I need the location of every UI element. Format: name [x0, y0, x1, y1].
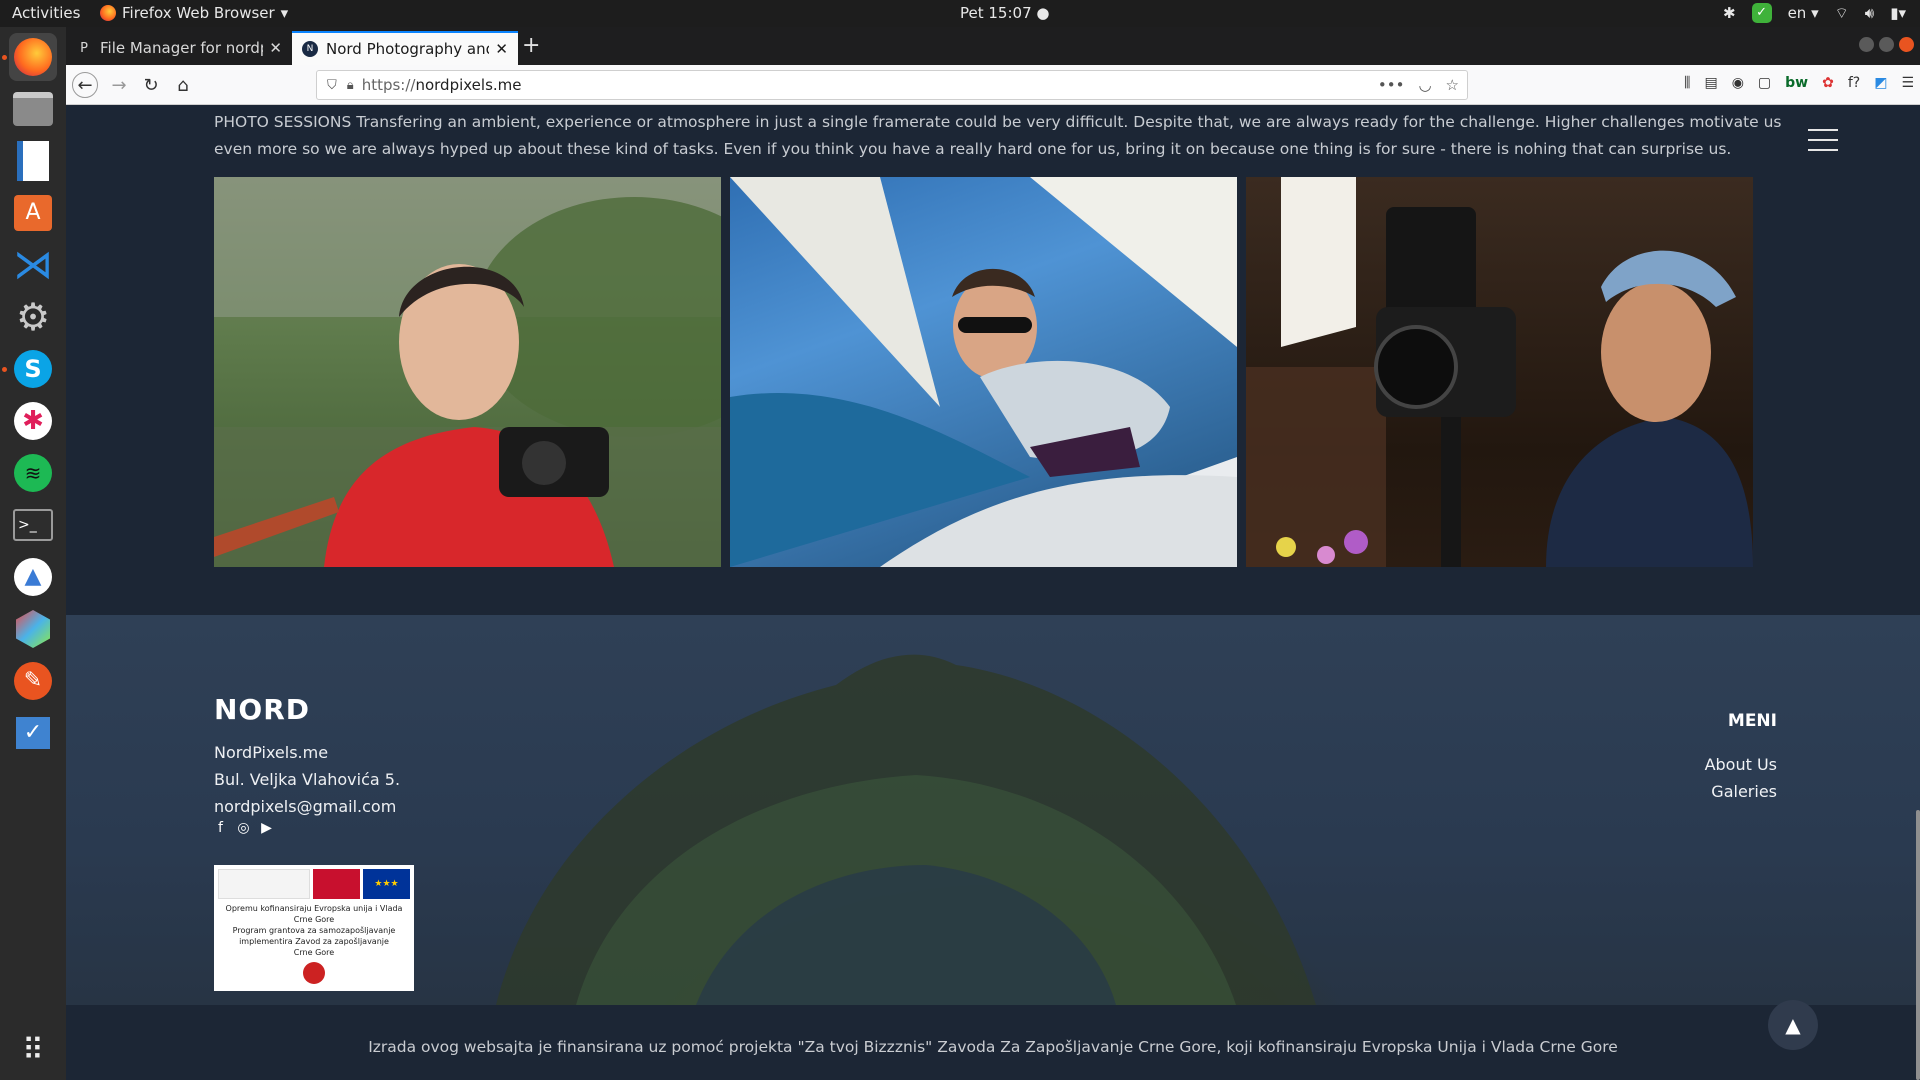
bookmark-star-icon[interactable]: ☆: [1446, 76, 1459, 94]
slack-tray-icon[interactable]: ✱: [1723, 4, 1736, 22]
vscode-dock-icon[interactable]: ⋊: [9, 241, 57, 289]
apps-grid-icon[interactable]: ⠿: [9, 1027, 57, 1075]
close-tab-icon[interactable]: ✕: [495, 40, 508, 58]
activities-button[interactable]: Activities: [12, 4, 80, 22]
contact-info: NordPixels.me Bul. Veljka Vlahovića 5. n…: [214, 739, 400, 820]
photo-sailing-selfie: [730, 177, 1237, 567]
bw-extension-icon[interactable]: bw: [1785, 75, 1808, 91]
facebook-icon[interactable]: f: [214, 820, 227, 836]
page-scrollbar[interactable]: [1916, 810, 1920, 1080]
lock-icon[interactable]: 🔒︎: [347, 78, 354, 93]
close-window-button[interactable]: [1899, 37, 1914, 52]
system-top-bar: Activities Firefox Web Browser ▾ Pet 15:…: [0, 0, 1920, 27]
check-icon[interactable]: ✓: [1751, 3, 1772, 23]
files-dock-icon[interactable]: [9, 85, 57, 133]
menu-icon[interactable]: ☰: [1901, 75, 1914, 91]
tab-title: Nord Photography and Video: [326, 40, 489, 58]
back-button[interactable]: ←: [72, 72, 98, 98]
url-text[interactable]: https://nordpixels.me: [362, 76, 522, 94]
montenegro-flag-icon: [313, 869, 360, 899]
photo-cameraman: [1246, 177, 1753, 567]
footer-bottom-bar: Izrada ovog websajta je finansirana uz p…: [66, 1005, 1920, 1080]
battery-icon[interactable]: ▮▾: [1890, 4, 1906, 22]
close-tab-icon[interactable]: ✕: [269, 39, 282, 57]
font-extension-icon[interactable]: f?: [1848, 75, 1860, 91]
email-link[interactable]: nordpixels@gmail.com: [214, 793, 400, 820]
program-logo: [218, 869, 310, 899]
tiny-planet-background: [496, 654, 1316, 1005]
instagram-icon[interactable]: ◎: [237, 820, 250, 836]
pocket-icon[interactable]: ◡: [1418, 76, 1431, 94]
spotify-dock-icon[interactable]: ≋: [9, 449, 57, 497]
nord-favicon: N: [302, 41, 318, 57]
todo-dock-icon[interactable]: ✓: [9, 709, 57, 757]
site-footer: NORD NordPixels.me Bul. Veljka Vlahovića…: [66, 615, 1920, 1005]
settings-dock-icon[interactable]: ⚙: [9, 293, 57, 341]
page-actions-icon[interactable]: •••: [1378, 76, 1405, 94]
photo-sessions-text: PHOTO SESSIONS Transfering an ambient, e…: [214, 113, 1782, 158]
system-tray[interactable]: ✱ ✓ en ▾ ⌔ 🔊︎ ▮▾: [1723, 3, 1906, 23]
reload-button[interactable]: ↻: [138, 72, 164, 98]
slack-dock-icon[interactable]: ✱: [9, 397, 57, 445]
arrow-up-icon: ▲: [1785, 1013, 1801, 1037]
site-name: NordPixels.me: [214, 743, 329, 762]
android-studio-dock-icon[interactable]: ▲: [9, 553, 57, 601]
app-menu[interactable]: Firefox Web Browser ▾: [100, 4, 288, 22]
home-button[interactable]: ⌂: [170, 72, 196, 98]
rose-emblem-icon: [303, 962, 325, 984]
tab-title: File Manager for nordpixels: [100, 39, 263, 57]
footer-menu-title: MENI: [1727, 711, 1777, 731]
bundle-dock-icon[interactable]: [9, 605, 57, 653]
software-center-dock-icon[interactable]: A: [9, 189, 57, 237]
tab-file-manager[interactable]: P File Manager for nordpixels ✕: [66, 31, 292, 65]
sidebar-icon[interactable]: ▤: [1704, 75, 1717, 91]
library-icon[interactable]: ⫼: [1684, 75, 1690, 91]
footer-menu: About Us Galeries: [1705, 751, 1777, 805]
eu-funding-badge: ★★★ Opremu kofinansiraju Evropska unija …: [214, 865, 414, 991]
clock[interactable]: Pet 15:07 ●: [960, 4, 1049, 22]
nord-logo[interactable]: NORD: [214, 693, 310, 726]
maximize-button[interactable]: [1879, 37, 1894, 52]
menu-link-galeries[interactable]: Galeries: [1705, 778, 1777, 805]
address: Bul. Veljka Vlahovića 5.: [214, 770, 401, 789]
language-indicator[interactable]: en ▾: [1788, 4, 1819, 22]
tab-nord-photography[interactable]: N Nord Photography and Video ✕: [292, 31, 518, 65]
draw-dock-icon[interactable]: ✎: [9, 657, 57, 705]
firefox-dock-icon[interactable]: [9, 33, 57, 81]
writer-dock-icon[interactable]: [9, 137, 57, 185]
forward-button[interactable]: →: [106, 72, 132, 98]
youtube-icon[interactable]: ▶: [260, 820, 273, 836]
new-tab-button[interactable]: +: [522, 33, 540, 58]
screenshot-icon[interactable]: ◩: [1874, 75, 1887, 91]
funding-notice: Izrada ovog websajta je finansirana uz p…: [368, 1038, 1618, 1056]
hamburger-menu-icon[interactable]: [1808, 129, 1838, 159]
file-manager-favicon: P: [80, 40, 88, 56]
toolbar-icons: ⫼ ▤ ◉ ▢ bw ✿ f? ◩ ☰: [1684, 75, 1914, 91]
photo-photographer-red-shirt: [214, 177, 721, 567]
menu-link-about-us[interactable]: About Us: [1705, 751, 1777, 778]
color-picker-icon[interactable]: ✿: [1822, 75, 1834, 91]
web-page: PHOTO SESSIONS Transfering an ambient, e…: [66, 105, 1920, 1080]
tab-bar: P File Manager for nordpixels ✕ N Nord P…: [66, 27, 1920, 65]
social-links: f ◎ ▶: [214, 820, 273, 836]
eu-flag-icon: ★★★: [363, 869, 410, 899]
url-bar[interactable]: ⛉ 🔒︎ https://nordpixels.me ••• ◡ ☆: [316, 70, 1468, 100]
shield-icon[interactable]: ⛉: [327, 78, 337, 93]
minimize-button[interactable]: [1859, 37, 1874, 52]
wifi-icon[interactable]: ⌔: [1835, 4, 1849, 23]
chevron-down-icon: ▾: [280, 4, 289, 22]
navigation-bar: ← → ↻ ⌂ ⛉ 🔒︎ https://nordpixels.me ••• ◡…: [66, 65, 1920, 105]
skype-dock-icon[interactable]: S: [9, 345, 57, 393]
terminal-dock-icon[interactable]: >_: [9, 501, 57, 549]
app-menu-label: Firefox Web Browser: [122, 4, 275, 22]
dock: A ⋊ ⚙ S ✱ ≋ >_ ▲ ✎ ✓ ⠿: [0, 27, 66, 1080]
window-controls: [1859, 37, 1914, 52]
extension-icon[interactable]: ▢: [1758, 75, 1771, 91]
firefox-icon: [100, 5, 116, 21]
volume-icon[interactable]: 🔊︎: [1865, 4, 1874, 22]
account-icon[interactable]: ◉: [1732, 75, 1744, 91]
scroll-to-top-button[interactable]: ▲: [1768, 1000, 1818, 1050]
